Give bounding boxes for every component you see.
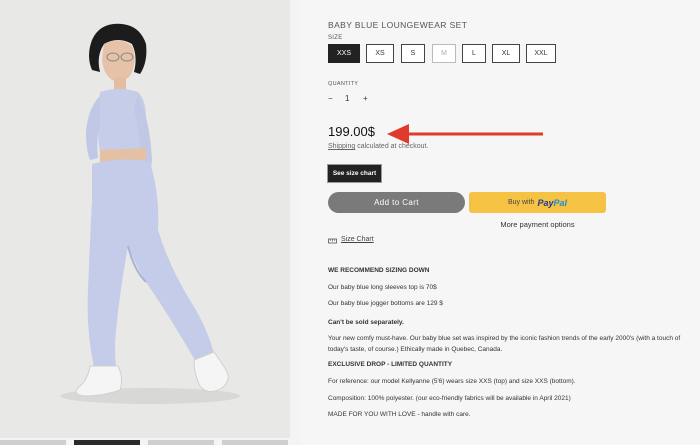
size-option-xl[interactable]: XL <box>492 44 520 63</box>
product-details-panel: BABY BLUE LOUNGEWEAR SET SIZE XXS XS S M… <box>300 0 700 445</box>
image-thumbnail-strip <box>0 440 300 445</box>
model-reference-note: For reference: our model Kellyanne (5'6)… <box>328 378 576 385</box>
product-title: BABY BLUE LOUNGEWEAR SET <box>328 20 468 30</box>
product-image[interactable] <box>0 0 290 438</box>
quantity-increase-button[interactable]: + <box>363 94 368 103</box>
paypal-prefix: Buy with <box>508 199 535 206</box>
description-paragraph: Your new comfy must-have. Our baby blue … <box>328 335 681 353</box>
composition-note: Composition: 100% polyester. (our eco-fr… <box>328 395 571 402</box>
model-photo-illustration <box>0 0 290 438</box>
thumbnail-2[interactable] <box>74 440 140 445</box>
ruler-icon <box>328 238 337 244</box>
see-size-chart-button[interactable]: See size chart <box>328 165 381 182</box>
care-note: MADE FOR YOU WITH LOVE - handle with car… <box>328 411 471 418</box>
quantity-stepper: − 1 + <box>326 94 370 106</box>
red-arrow-annotation-icon <box>387 124 543 144</box>
add-to-cart-button[interactable]: Add to Cart <box>328 192 465 213</box>
size-option-xxs[interactable]: XXS <box>328 44 360 63</box>
size-option-s[interactable]: S <box>401 44 425 63</box>
size-chart-link-label: Size Chart <box>341 236 374 243</box>
product-price: 199.00$ <box>328 124 375 139</box>
quantity-value[interactable]: 1 <box>345 94 349 103</box>
size-option-m[interactable]: M <box>432 44 456 63</box>
size-option-xs[interactable]: XS <box>366 44 394 63</box>
paypal-logo: PayPal <box>537 197 567 208</box>
not-separately-note: Can't be sold separately. <box>328 319 404 326</box>
limited-drop-heading: EXCLUSIVE DROP - LIMITED QUANTITY <box>328 361 453 368</box>
more-payment-options-link[interactable]: More payment options <box>469 220 606 229</box>
bottoms-price-note: Our baby blue jogger bottoms are 129 $ <box>328 300 443 307</box>
size-option-l[interactable]: L <box>462 44 486 63</box>
quantity-label: QUANTITY <box>328 81 359 87</box>
size-option-xxl[interactable]: XXL <box>526 44 556 63</box>
top-price-note: Our baby blue long sleeves top is 70$ <box>328 284 437 291</box>
thumbnail-3[interactable] <box>148 440 214 445</box>
thumbnail-1[interactable] <box>0 440 66 445</box>
sizing-heading: WE RECOMMEND SIZING DOWN <box>328 267 430 274</box>
size-label: SIZE <box>328 35 343 41</box>
quantity-decrease-button[interactable]: − <box>328 94 333 103</box>
thumbnail-4[interactable] <box>222 440 288 445</box>
shipping-link[interactable]: Shipping <box>328 143 355 150</box>
paypal-button[interactable]: Buy with PayPal <box>469 192 606 213</box>
